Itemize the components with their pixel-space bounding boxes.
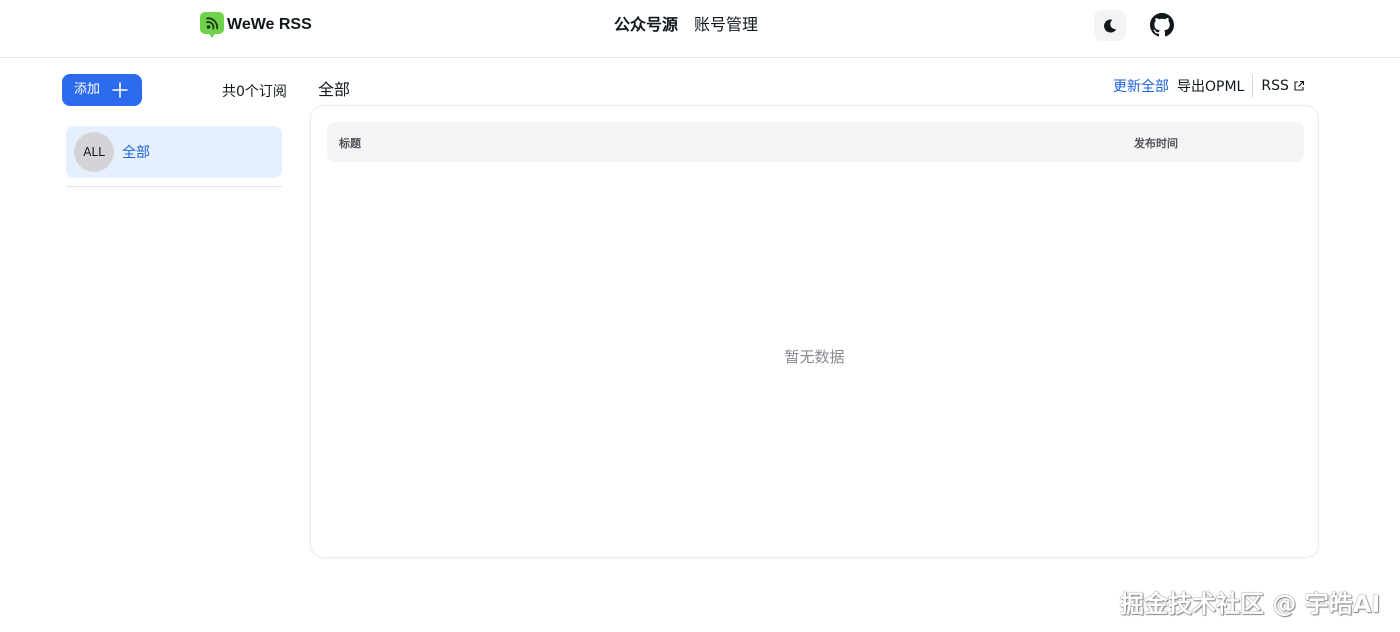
github-icon[interactable] <box>1150 13 1174 37</box>
sidebar-divider <box>66 186 282 187</box>
brand-name: WeWe RSS <box>227 16 312 33</box>
rss-logo-icon <box>200 12 224 38</box>
table-header: 标题 发布时间 <box>327 122 1304 162</box>
top-navbar: WeWe RSS 公众号源 账号管理 <box>0 0 1400 58</box>
moon-icon <box>1104 18 1117 32</box>
add-button-label: 添加 <box>74 82 101 97</box>
avatar-label: ALL <box>83 145 105 159</box>
column-header-title: 标题 <box>339 137 361 150</box>
main-nav: 公众号源 账号管理 <box>614 15 758 35</box>
nav-item-account-management[interactable]: 账号管理 <box>694 15 758 35</box>
brand[interactable]: WeWe RSS <box>200 12 312 38</box>
column-header-publish-time: 发布时间 <box>1134 137 1178 150</box>
toolbar-actions: 更新全部 导出OPML RSS <box>1113 75 1305 97</box>
theme-toggle-button[interactable] <box>1094 10 1126 41</box>
add-subscription-button[interactable]: 添加 <box>62 74 142 106</box>
articles-table: 标题 发布时间 暂无数据 <box>310 105 1319 558</box>
rss-link[interactable]: RSS <box>1261 78 1305 94</box>
subscription-count: 共0个订阅 <box>222 84 287 100</box>
toolbar-divider <box>1252 75 1254 97</box>
feed-item-all[interactable]: ALL 全部 <box>66 126 282 178</box>
nav-item-official-accounts[interactable]: 公众号源 <box>614 15 678 35</box>
plus-icon <box>112 82 128 98</box>
avatar: ALL <box>74 132 114 172</box>
page-title: 全部 <box>318 80 351 99</box>
rss-link-label: RSS <box>1261 78 1289 94</box>
watermark: 掘金技术社区 @ 宇皓AI <box>1120 590 1381 618</box>
export-opml-link[interactable]: 导出OPML <box>1177 76 1244 96</box>
feed-item-label: 全部 <box>122 145 150 161</box>
external-link-icon <box>1294 80 1304 91</box>
update-all-link[interactable]: 更新全部 <box>1113 76 1169 96</box>
empty-state: 暂无数据 <box>784 348 845 366</box>
